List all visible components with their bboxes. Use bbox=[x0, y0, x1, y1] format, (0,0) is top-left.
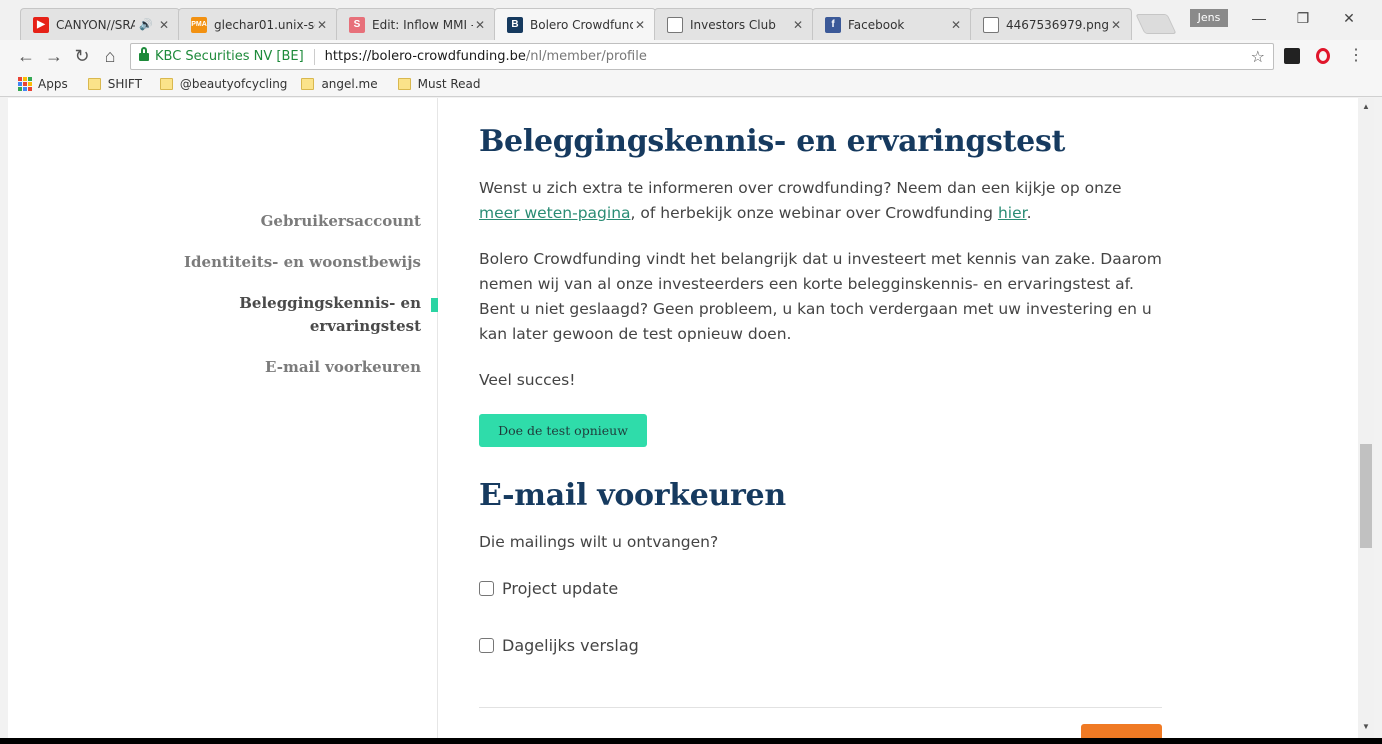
opera-icon[interactable] bbox=[1316, 48, 1330, 64]
scrollbar-thumb[interactable] bbox=[1360, 444, 1372, 548]
address-bar[interactable]: KBC Securities NV [BE] https://bolero-cr… bbox=[130, 43, 1274, 70]
lock-icon bbox=[139, 47, 149, 62]
sidenav-item-identity[interactable]: Identiteits- en woonstbewijs bbox=[184, 251, 421, 274]
tab-title: CANYON//SRAM bbox=[56, 17, 136, 32]
back-icon[interactable]: ← bbox=[14, 44, 38, 68]
home-icon[interactable]: ⌂ bbox=[98, 44, 122, 68]
scroll-up-icon[interactable]: ▲ bbox=[1358, 102, 1374, 111]
new-tab-button[interactable] bbox=[1135, 14, 1177, 34]
browser-window: ▶ CANYON//SRAM 🔊 ✕ PMA glechar01.unix-so… bbox=[0, 0, 1382, 738]
project-update-checkbox[interactable] bbox=[479, 581, 494, 596]
close-window-icon[interactable]: ✕ bbox=[1338, 10, 1360, 27]
s-icon: S bbox=[349, 16, 365, 33]
tab-png[interactable]: 4467536979.png ( ✕ bbox=[970, 8, 1132, 40]
profile-button[interactable]: Jens bbox=[1190, 9, 1228, 27]
bookmark-angel[interactable]: angel.me bbox=[301, 77, 378, 91]
close-icon[interactable]: ✕ bbox=[1109, 18, 1123, 32]
close-icon[interactable]: ✕ bbox=[633, 18, 647, 32]
scroll-down-icon[interactable]: ▼ bbox=[1358, 722, 1374, 731]
apps-icon bbox=[18, 77, 32, 91]
speaker-icon[interactable]: 🔊 bbox=[139, 18, 153, 31]
page-icon bbox=[667, 16, 683, 33]
email-question: Die mailings wilt u ontvangen? bbox=[479, 533, 719, 551]
extension-icon[interactable] bbox=[1284, 48, 1300, 64]
divider bbox=[479, 707, 1162, 708]
folder-icon bbox=[397, 78, 411, 90]
active-marker bbox=[431, 298, 438, 312]
good-luck-text: Veel succes! bbox=[479, 371, 576, 389]
knowledge-heading: Beleggingskennis- en ervaringstest bbox=[479, 124, 1066, 159]
checkbox-label: Dagelijks verslag bbox=[502, 636, 639, 655]
tab-title: Facebook bbox=[848, 17, 905, 32]
bookmarks-bar: Apps SHIFT @beautyofcycling angel.me Mus… bbox=[0, 72, 1382, 97]
bookmark-apps[interactable]: Apps bbox=[18, 77, 68, 91]
page-viewport: Gebruikersaccount Identiteits- en woonst… bbox=[8, 98, 1358, 738]
page-icon bbox=[983, 16, 999, 33]
folder-icon bbox=[159, 78, 173, 90]
sidenav-item-label: ervaringstest bbox=[309, 317, 421, 335]
toolbar: ← → ↻ ⌂ KBC Securities NV [BE] https://b… bbox=[0, 40, 1382, 72]
daily-report-option[interactable]: Dagelijks verslag bbox=[479, 636, 639, 655]
tab-title: Bolero Crowdfundi bbox=[530, 17, 633, 32]
reload-icon[interactable]: ↻ bbox=[70, 44, 94, 68]
knowledge-body: Bolero Crowdfunding vindt het belangrijk… bbox=[479, 250, 1162, 343]
tab-glechar[interactable]: PMA glechar01.unix-solu ✕ bbox=[178, 8, 338, 40]
retake-test-button[interactable]: Doe de test opnieuw bbox=[479, 414, 647, 447]
sidenav-item-label: Beleggingskennis- en bbox=[239, 294, 421, 312]
close-icon[interactable]: ✕ bbox=[157, 18, 171, 32]
sidenav-item-knowledge-test[interactable]: Beleggingskennis- en ervaringstest bbox=[239, 292, 421, 338]
close-icon[interactable]: ✕ bbox=[949, 18, 963, 32]
close-icon[interactable]: ✕ bbox=[473, 18, 487, 32]
tab-facebook[interactable]: f Facebook ✕ bbox=[812, 8, 972, 40]
sidenav-item-email[interactable]: E-mail voorkeuren bbox=[265, 356, 421, 379]
bookmark-beautyofcycling[interactable]: @beautyofcycling bbox=[159, 77, 288, 91]
scrollbar[interactable]: ▲ ▼ bbox=[1358, 98, 1374, 738]
tab-edit-inflow[interactable]: S Edit: Inflow MMI - ✕ bbox=[336, 8, 496, 40]
security-label: KBC Securities NV [BE] bbox=[155, 49, 304, 64]
forward-icon[interactable]: → bbox=[42, 44, 66, 68]
webinar-link[interactable]: hier bbox=[998, 204, 1027, 222]
tab-title: 4467536979.png ( bbox=[1006, 17, 1109, 32]
facebook-icon: f bbox=[825, 16, 841, 33]
tab-bolero[interactable]: B Bolero Crowdfundi ✕ bbox=[494, 8, 656, 40]
youtube-icon: ▶ bbox=[33, 16, 49, 33]
phpmyadmin-icon: PMA bbox=[191, 16, 207, 33]
url-host: https://bolero-crowdfunding.be bbox=[324, 49, 526, 64]
bolero-icon: B bbox=[507, 16, 523, 33]
url-path: /nl/member/profile bbox=[525, 49, 647, 64]
bookmark-label: Must Read bbox=[417, 77, 481, 91]
tab-strip: ▶ CANYON//SRAM 🔊 ✕ PMA glechar01.unix-so… bbox=[0, 0, 1382, 40]
more-info-link[interactable]: meer weten-pagina bbox=[479, 204, 631, 222]
tab-title: glechar01.unix-solu bbox=[214, 17, 315, 32]
bookmark-label: @beautyofcycling bbox=[179, 77, 288, 91]
tab-canyon[interactable]: ▶ CANYON//SRAM 🔊 ✕ bbox=[20, 8, 180, 40]
bookmark-star-icon[interactable]: ☆ bbox=[1251, 47, 1265, 66]
bookmark-label: SHIFT bbox=[107, 77, 142, 91]
daily-report-checkbox[interactable] bbox=[479, 638, 494, 653]
bookmark-shift[interactable]: SHIFT bbox=[87, 77, 142, 91]
email-heading: E-mail voorkeuren bbox=[479, 478, 786, 513]
folder-icon bbox=[301, 78, 315, 90]
close-icon[interactable]: ✕ bbox=[315, 18, 329, 32]
sidenav-item-account[interactable]: Gebruikersaccount bbox=[261, 210, 421, 233]
tab-title: Investors Club bbox=[690, 17, 776, 32]
folder-icon bbox=[87, 78, 101, 90]
profile-sidenav: Gebruikersaccount Identiteits- en woonst… bbox=[8, 98, 438, 738]
tab-title: Edit: Inflow MMI - bbox=[372, 17, 473, 32]
bookmark-must-read[interactable]: Must Read bbox=[397, 77, 481, 91]
bookmark-label: angel.me bbox=[321, 77, 378, 91]
minimize-icon[interactable]: — bbox=[1248, 10, 1270, 26]
bookmark-label: Apps bbox=[38, 77, 68, 91]
restore-icon[interactable]: ❐ bbox=[1292, 10, 1314, 27]
checkbox-label: Project update bbox=[502, 579, 619, 598]
save-button[interactable] bbox=[1081, 724, 1162, 738]
menu-icon[interactable]: ⋮ bbox=[1344, 44, 1368, 68]
project-update-option[interactable]: Project update bbox=[479, 579, 618, 598]
knowledge-intro: Wenst u zich extra te informeren over cr… bbox=[479, 179, 1122, 222]
tab-investors-club[interactable]: Investors Club ✕ bbox=[654, 8, 814, 40]
close-icon[interactable]: ✕ bbox=[791, 18, 805, 32]
